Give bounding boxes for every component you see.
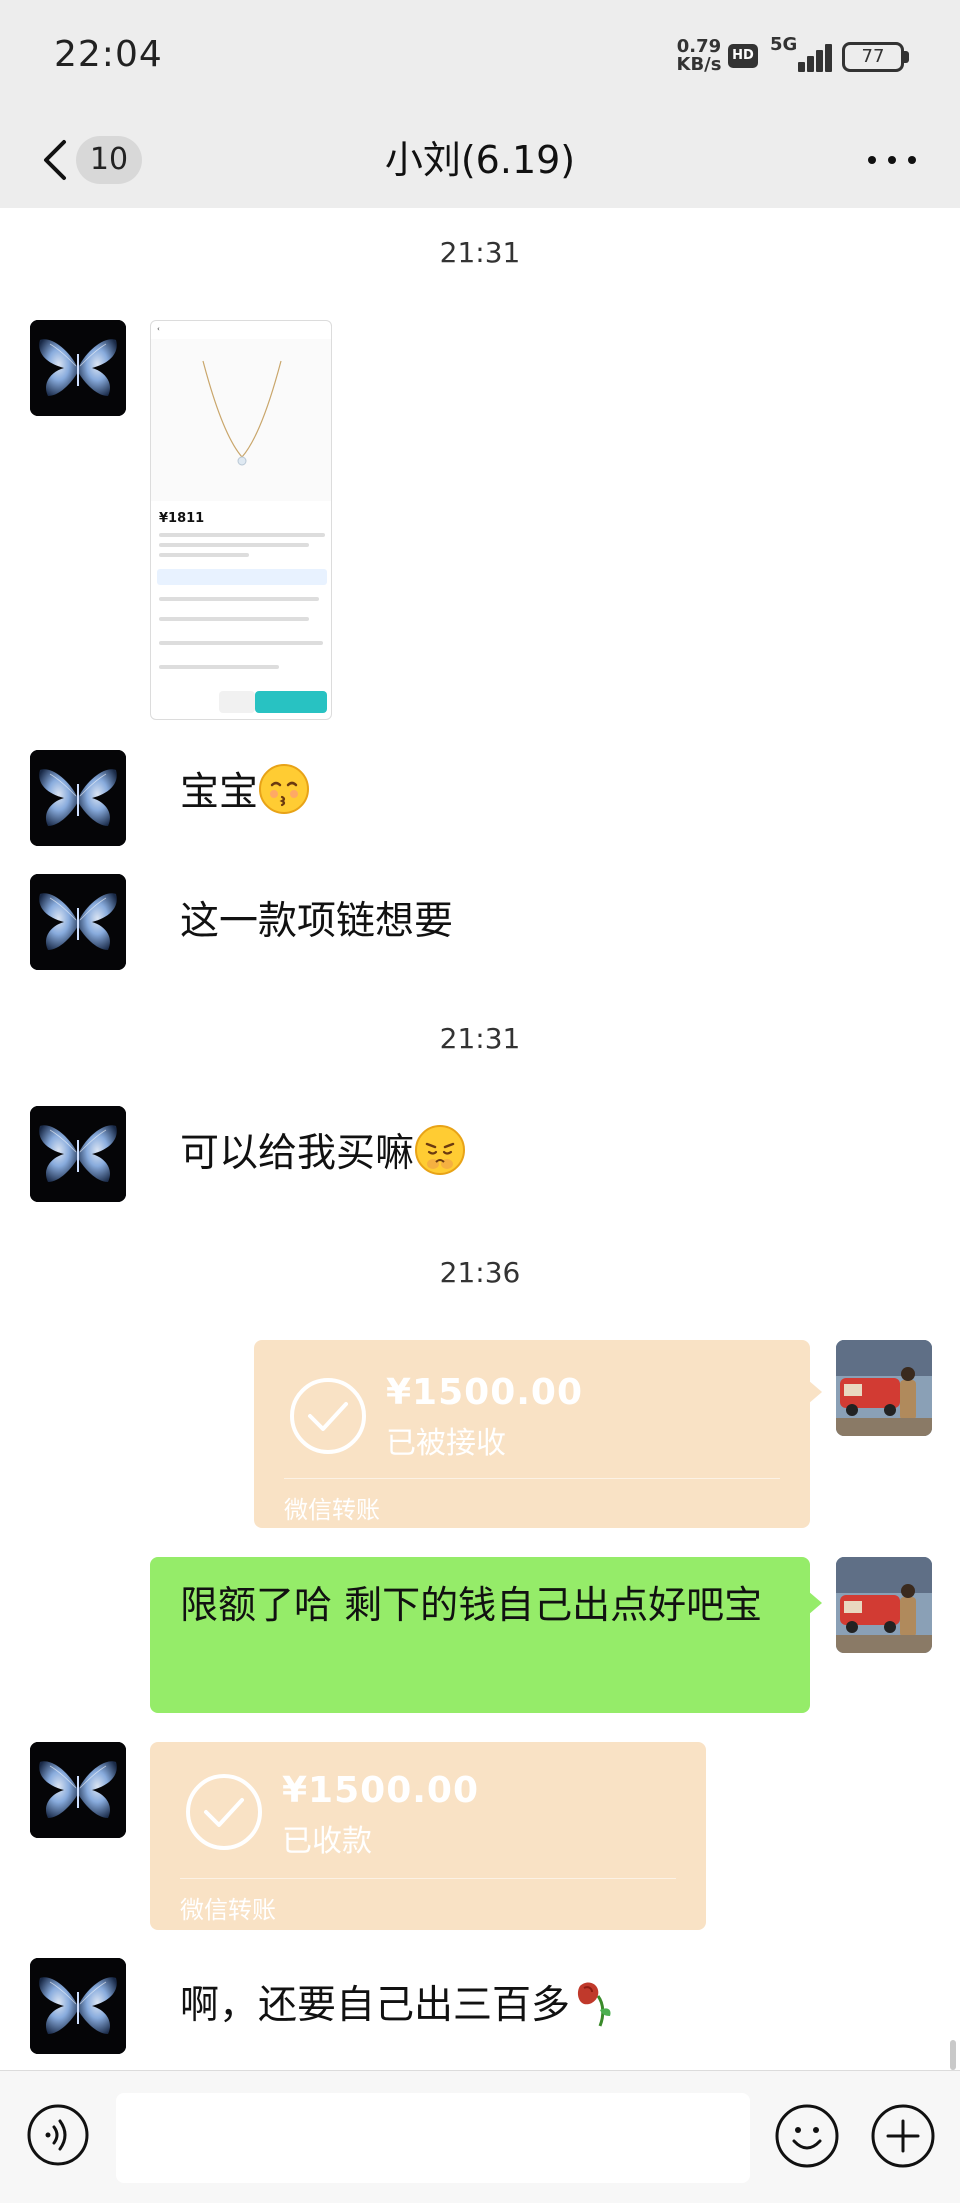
necklace-photo [151, 339, 331, 501]
transfer-divider [180, 1878, 676, 1879]
screenshot-cart-button [219, 691, 255, 713]
chat-header: 小刘(6.19) 10 [0, 112, 960, 208]
input-bar [0, 2070, 960, 2203]
transfer-amount: ¥1500.00 [386, 1372, 584, 1413]
scrollbar[interactable] [950, 2040, 956, 2070]
message-text-content: 啊，还要自己出三百多 [180, 1983, 571, 2028]
kiss-emoji [259, 764, 310, 814]
message-text[interactable]: 可以给我买嘛 [180, 1124, 466, 1184]
unread-count-badge[interactable]: 10 [76, 136, 142, 184]
more-icon[interactable] [866, 148, 918, 172]
contact-avatar[interactable] [30, 1742, 126, 1838]
battery-tip [904, 51, 909, 63]
chat-title: 小刘(6.19) [384, 138, 576, 182]
plus-icon[interactable] [870, 2103, 936, 2169]
wilted-rose-emoji [577, 1982, 611, 2027]
timestamp: 21:36 [439, 1256, 521, 1289]
check-icon [186, 1774, 262, 1850]
transfer-brand: 微信转账 [180, 1896, 276, 1924]
transfer-card-sent[interactable]: ¥1500.00 已被接收 微信转账 [254, 1340, 822, 1528]
status-time: 22:04 [54, 34, 163, 75]
back-arrow-icon[interactable] [38, 130, 78, 190]
timestamp: 21:31 [439, 236, 521, 269]
message-text-content: 宝宝 [180, 770, 259, 815]
transfer-status: 已被接收 [386, 1426, 506, 1461]
signal-icon [786, 40, 832, 72]
my-avatar[interactable] [836, 1340, 932, 1436]
message-text[interactable]: 啊，还要自己出三百多 [180, 1976, 622, 2036]
product-screenshot-image[interactable]: ‹ ¥1811 [150, 320, 332, 720]
voice-icon[interactable] [26, 2103, 90, 2167]
net-speed: 0.79 KB/s [672, 38, 726, 74]
pleading-emoji [415, 1125, 466, 1175]
emoji-icon[interactable] [774, 2103, 840, 2169]
screenshot-banner [157, 569, 327, 585]
contact-avatar[interactable] [30, 874, 126, 970]
sent-message-bubble[interactable]: 限额了哈 剩下的钱自己出点好吧宝 [150, 1557, 822, 1713]
transfer-amount: ¥1500.00 [282, 1770, 480, 1811]
check-icon [290, 1378, 366, 1454]
net-speed-unit: KB/s [676, 54, 722, 75]
transfer-brand: 微信转账 [284, 1496, 380, 1524]
screenshot-price: ¥1811 [159, 511, 205, 526]
contact-avatar[interactable] [30, 1106, 126, 1202]
contact-avatar[interactable] [30, 750, 126, 846]
screenshot-buy-button [255, 691, 327, 713]
message-text-content: 可以给我买嘛 [180, 1131, 415, 1176]
chat-area[interactable]: 21:31 ‹ ¥1811 宝宝 这一款项链想要 21:31 可以给我买嘛 21… [0, 208, 960, 2070]
contact-avatar[interactable] [30, 1958, 126, 2054]
message-text[interactable]: 宝宝 [180, 763, 310, 823]
transfer-divider [284, 1478, 780, 1479]
transfer-card-received[interactable]: ¥1500.00 已收款 微信转账 [150, 1742, 706, 1930]
my-avatar[interactable] [836, 1557, 932, 1653]
transfer-status: 已收款 [282, 1824, 372, 1859]
status-bar: 22:04 0.79 KB/s HD 5G 77 [0, 0, 960, 112]
hd-badge: HD [728, 44, 758, 68]
contact-avatar[interactable] [30, 320, 126, 416]
timestamp: 21:31 [439, 1022, 521, 1055]
message-input[interactable] [116, 2093, 750, 2183]
message-text[interactable]: 这一款项链想要 [180, 892, 453, 952]
screenshot-status-bar: ‹ [157, 325, 160, 333]
battery-icon: 77 [842, 42, 904, 72]
